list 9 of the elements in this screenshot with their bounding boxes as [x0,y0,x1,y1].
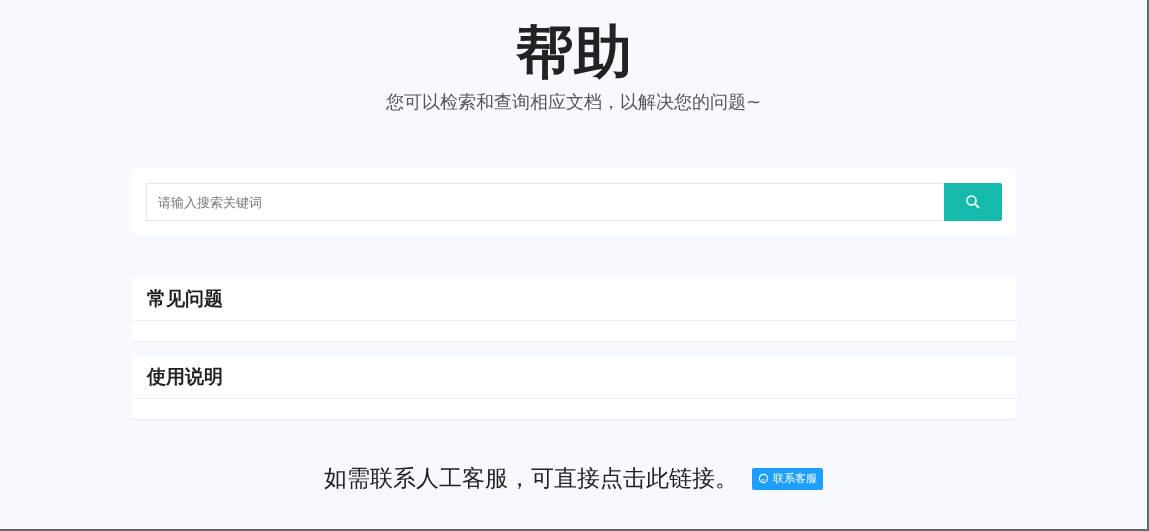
page-title: 帮助 [515,18,632,86]
search-field[interactable]: 请输入搜索关键词 [145,183,944,221]
contact-text: 如需联系人工客服，可直接点击此链接。 [324,464,738,493]
section-title[interactable]: 常见问题 [146,286,223,312]
search-button[interactable] [943,183,1002,221]
search-icon [964,194,981,210]
section-title[interactable]: 使用说明 [146,364,223,390]
page-subtitle: 您可以检索和查询相应文档，以解决您的问题~ [385,90,762,114]
chat-icon [758,473,769,484]
